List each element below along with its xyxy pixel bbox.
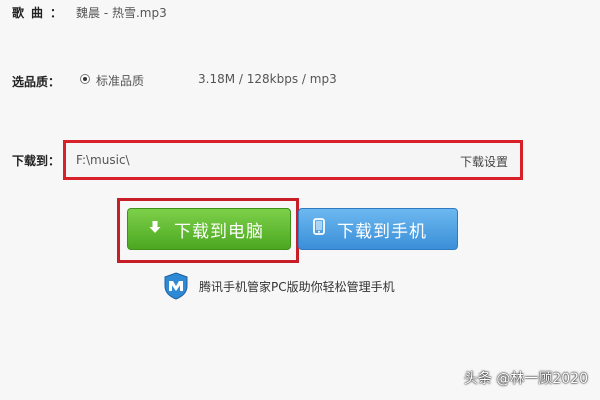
download-to-pc-label: 下载到电脑 [174,221,264,242]
download-to-phone-label: 下载到手机 [337,221,427,242]
download-path-field[interactable]: F:\music\ 下载设置 [63,140,523,180]
phone-manager-tip-text: 腾讯手机管家PC版助你轻松管理手机 [199,279,395,294]
download-arrow-icon [148,219,162,239]
quality-radio-standard[interactable] [80,74,90,84]
phone-manager-tip[interactable]: 腾讯手机管家PC版助你轻松管理手机 [163,271,395,301]
download-to-pc-button[interactable]: 下载到电脑 [127,208,291,250]
download-path-value: F:\music\ [76,153,130,167]
download-dialog: 歌曲： 魏晨 - 热雪.mp3 选品质： 标准品质 3.18M / 128kbp… [0,0,600,400]
watermark-text: 头条 @林一顾2020 [463,371,588,387]
download-settings-link[interactable]: 下载设置 [460,153,508,170]
song-label: 歌曲： [12,6,70,20]
download-path-label: 下载到： [12,154,61,168]
quality-label: 选品质： [12,75,61,89]
phone-icon [313,218,325,240]
quality-file-info: 3.18M / 128kbps / mp3 [198,72,337,86]
download-to-phone-button[interactable]: 下载到手机 [298,208,458,250]
phone-manager-shield-icon [164,272,188,300]
quality-option-standard[interactable]: 标准品质 [96,72,144,89]
song-name: 魏晨 - 热雪.mp3 [76,6,167,20]
